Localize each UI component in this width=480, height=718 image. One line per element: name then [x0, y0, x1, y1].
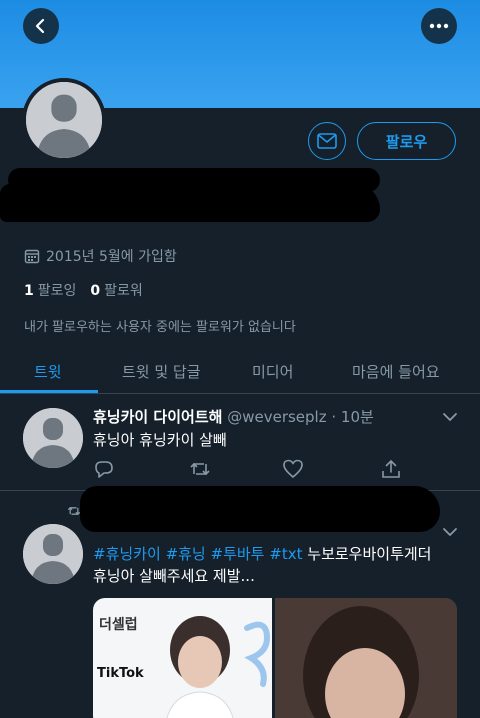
default-user-icon — [23, 524, 83, 584]
default-user-icon — [26, 82, 102, 158]
back-button[interactable] — [23, 8, 59, 44]
tweet-media[interactable]: 더셀럽 TikTok — [93, 598, 457, 718]
following-link[interactable]: 1 팔로잉 — [24, 280, 76, 300]
media-brand-text: 더셀럽 — [99, 617, 138, 633]
chevron-down-icon[interactable] — [442, 412, 458, 422]
redacted-handle — [0, 184, 380, 222]
share-icon[interactable] — [380, 458, 402, 480]
default-user-icon — [23, 408, 83, 468]
more-button[interactable] — [421, 8, 457, 44]
mutual-followers-note: 내가 팔로우하는 사용자 중에는 팔로워가 없습니다 — [24, 320, 296, 335]
tweet-actions — [93, 458, 400, 480]
person-photo — [275, 598, 457, 718]
tweet-text-rest: 누보로우바이투게더 — [307, 545, 432, 563]
heart-icon[interactable] — [282, 458, 304, 480]
media-image-left[interactable]: 더셀럽 TikTok — [93, 598, 272, 718]
person-photo — [166, 616, 234, 718]
tweet-header: 휴닝카이 다이어트해 @weverseplz · 10분 — [93, 406, 374, 427]
active-tab-indicator — [0, 390, 98, 393]
tweet-avatar[interactable] — [23, 524, 83, 584]
tweet-meta: @weverseplz · 10분 — [227, 408, 374, 426]
tweet-author-name[interactable]: 휴닝카이 다이어트해 — [93, 408, 222, 426]
following-count: 1 — [24, 283, 34, 299]
envelope-icon — [317, 133, 337, 149]
tweet-text: #휴닝카이 #휴닝 #투바투 #txt 누보로우바이투게더 휴닝아 살빼주세요 … — [93, 543, 463, 587]
media-image-right[interactable] — [275, 598, 457, 718]
media-tiktok-text: TikTok — [97, 666, 144, 681]
hashtag-link[interactable]: #txt — [269, 545, 302, 563]
following-label: 팔로잉 — [37, 283, 77, 299]
join-date-text: 2015년 5월에 가입함 — [46, 249, 177, 265]
tab-likes[interactable]: 마음에 들어요 — [352, 348, 440, 394]
tab-tweets-replies[interactable]: 트윗 및 답글 — [122, 348, 201, 394]
join-date: 2015년 5월에 가입함 — [24, 246, 177, 266]
ellipsis-icon — [429, 23, 449, 29]
profile-tabs: 트윗 트윗 및 답글 미디어 마음에 들어요 — [0, 348, 480, 394]
follow-button[interactable]: 팔로우 — [357, 122, 456, 160]
reply-icon[interactable] — [93, 458, 115, 480]
chevron-left-icon — [35, 18, 45, 34]
tab-media[interactable]: 미디어 — [252, 348, 293, 394]
tab-tweets[interactable]: 트윗 — [34, 348, 62, 394]
message-button[interactable] — [308, 122, 346, 160]
hashtag-link[interactable]: #휴닝카이 — [93, 545, 161, 563]
calendar-icon — [24, 249, 40, 264]
hashtag-link[interactable]: #휴닝 — [166, 545, 206, 563]
chevron-down-icon[interactable] — [442, 527, 458, 537]
tweet-text: 휴닝아 휴닝카이 살빼 — [93, 431, 227, 449]
tweet-avatar[interactable] — [23, 408, 83, 468]
followers-count: 0 — [90, 283, 101, 299]
followers-link[interactable]: 0 팔로워 — [90, 280, 142, 300]
hashtag-link[interactable]: #투바투 — [211, 545, 265, 563]
redacted-retweeter — [80, 486, 440, 532]
tweet-text-line2: 휴닝아 살빼주세요 제발... — [93, 567, 255, 585]
decor-shape — [244, 621, 271, 687]
followers-label: 팔로워 — [104, 283, 143, 299]
retweet-icon[interactable] — [189, 458, 211, 480]
follow-stats: 1 팔로잉 0 팔로워 — [24, 280, 143, 300]
profile-avatar[interactable] — [22, 78, 106, 162]
